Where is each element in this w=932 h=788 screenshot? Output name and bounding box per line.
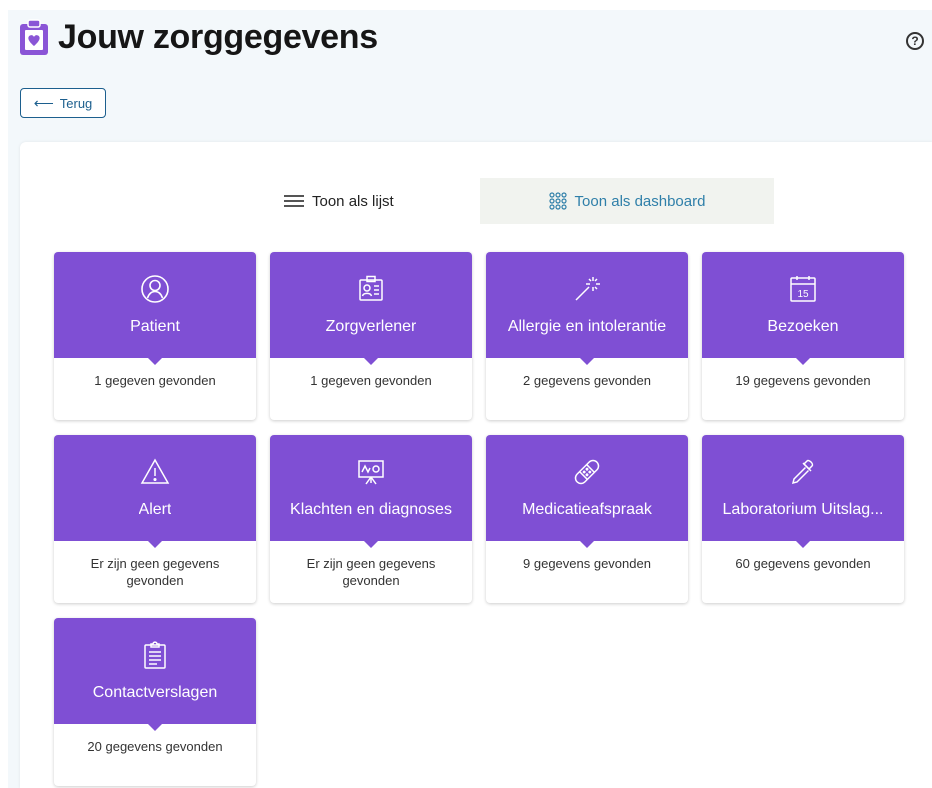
tab-dashboard-label: Toon als dashboard [574,192,706,210]
card-count: 19 gegevens gevonden [735,373,871,388]
card-zorgverlener[interactable]: Zorgverlener 1 gegeven gevonden [270,252,472,420]
card-header: Medicatieafspraak [486,435,688,548]
content-panel: Toon als lijst Toon als dashboard Patien… [20,142,932,788]
card-header: Laboratorium Uitslag... [702,435,904,548]
card-klachten[interactable]: Klachten en diagnoses Er zijn geen gegev… [270,435,472,603]
calendar-icon: 15 [790,276,816,302]
card-count: 9 gegevens gevonden [523,556,651,571]
card-title: Patient [130,318,180,335]
page-header: Jouw zorggegevens [18,18,378,57]
back-button-label: Terug [59,95,93,111]
card-title: Bezoeken [767,318,839,335]
back-button[interactable]: ⟵ Terug [20,88,106,118]
card-title: Laboratorium Uitslag... [722,501,884,518]
help-icon[interactable]: ? [906,32,924,50]
card-header: 15 Bezoeken [702,252,904,365]
card-header: Allergie en intolerantie [486,252,688,365]
app-shell: Jouw zorggegevens ? ⟵ Terug Toon als lij… [8,10,932,788]
card-medicatie[interactable]: Medicatieafspraak 9 gegevens gevonden [486,435,688,603]
magic-wand-icon [575,277,600,301]
presentation-chart-icon [358,460,384,485]
card-header: Klachten en diagnoses [270,435,472,548]
card-laboratorium[interactable]: Laboratorium Uitslag... 60 gegevens gevo… [702,435,904,603]
card-count: Er zijn geen gegevens gevonden [306,556,436,588]
tab-list-label: Toon als lijst [312,192,394,210]
card-count: Er zijn geen gegevens gevonden [90,556,220,588]
calendar-day-text: 15 [797,289,809,300]
card-header: Zorgverlener [270,252,472,365]
card-alert[interactable]: Alert Er zijn geen gegevens gevonden [54,435,256,603]
card-contactverslagen[interactable]: Contactverslagen 20 gegevens gevonden [54,618,256,786]
card-count: 20 gegevens gevonden [87,739,223,754]
card-count: 2 gegevens gevonden [523,373,651,388]
card-title: Medicatieafspraak [522,501,652,518]
page-title: Jouw zorggegevens [58,18,378,56]
list-icon [284,195,304,207]
card-count: 60 gegevens gevonden [735,556,871,571]
arrow-left-icon: ⟵ [33,94,54,111]
clipboard-heart-icon [20,18,48,55]
grid-dots-icon [548,192,567,210]
card-title: Contactverslagen [92,684,218,701]
card-title: Alert [138,501,172,518]
tab-list-view[interactable]: Toon als lijst [226,178,426,224]
card-count: 1 gegeven gevonden [310,373,432,388]
card-bezoeken[interactable]: 15 Bezoeken 19 gegevens gevonden [702,252,904,420]
card-title: Zorgverlener [325,318,417,335]
id-badge-icon [359,275,383,301]
warning-triangle-icon [140,458,170,484]
pipette-icon [791,459,814,485]
card-header: Alert [54,435,256,548]
clipboard-icon [144,641,166,669]
tab-dashboard-view[interactable]: Toon als dashboard [480,178,774,224]
card-allergie[interactable]: Allergie en intolerantie 2 gegevens gevo… [486,252,688,420]
person-circle-icon [141,275,169,303]
card-header: Contactverslagen [54,618,256,731]
card-header: Patient [54,252,256,365]
card-count: 1 gegeven gevonden [94,373,216,388]
bandage-icon [574,459,600,485]
card-title: Allergie en intolerantie [507,318,667,335]
card-title: Klachten en diagnoses [290,501,452,518]
card-patient[interactable]: Patient 1 gegeven gevonden [54,252,256,420]
